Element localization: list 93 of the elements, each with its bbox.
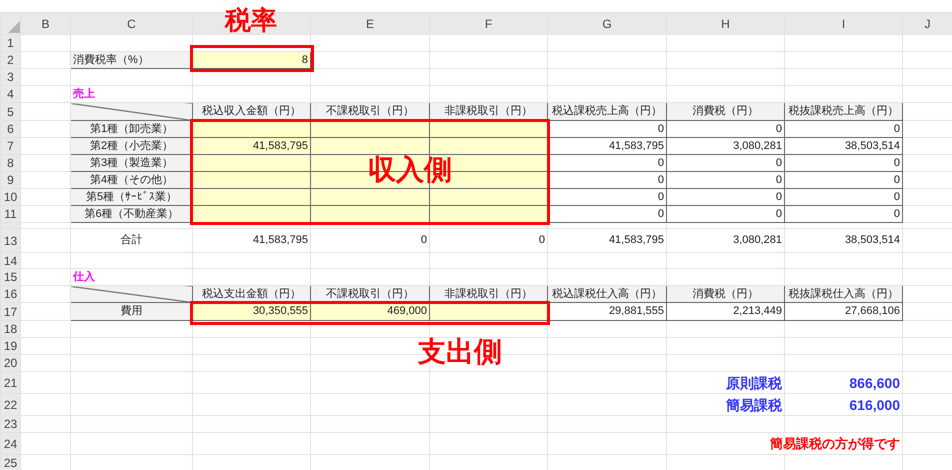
row-header[interactable]: 7 (0, 138, 20, 154)
row-label: 第6種（不動産業） (70, 206, 192, 222)
column-heading: 税込課税仕入高（円） (548, 286, 666, 302)
input-cell[interactable] (310, 138, 430, 154)
row-label: 第2種（小売業） (70, 138, 192, 154)
table-cell: 3,080,281 (666, 228, 784, 252)
table-cell: 41,583,795 (548, 138, 666, 154)
table-cell: 27,668,106 (784, 302, 902, 320)
table-cell: 0 (784, 188, 902, 206)
row-header[interactable]: 24 (0, 432, 20, 454)
row-header[interactable]: 8 (0, 154, 20, 172)
table-cell: 0 (548, 188, 666, 206)
row-label: 第3種（製造業） (70, 154, 192, 172)
table-cell: 38,503,514 (784, 228, 902, 252)
row-header[interactable]: 6 (0, 120, 20, 138)
table-cell: 0 (784, 206, 902, 222)
column-header[interactable]: F (430, 12, 548, 34)
row-header[interactable]: 22 (0, 394, 20, 416)
table-cell: 0 (548, 206, 666, 222)
total-label: 合計 (70, 228, 192, 252)
input-cell[interactable] (430, 138, 548, 154)
column-heading: 税抜課税売上高（円） (784, 102, 902, 120)
row-header[interactable]: 11 (0, 206, 20, 222)
row-header[interactable]: 21 (0, 372, 20, 394)
row-header[interactable]: 1 (0, 34, 20, 52)
row-label: 費用 (70, 302, 192, 320)
row-header[interactable]: 3 (0, 68, 20, 86)
table-cell: 0 (548, 172, 666, 188)
column-header[interactable]: I (784, 12, 902, 34)
row-header[interactable]: 15 (0, 268, 20, 286)
input-cell[interactable] (310, 206, 430, 222)
table-cell: 2,213,449 (666, 302, 784, 320)
row-header[interactable]: 5 (0, 102, 20, 120)
table-cell: 0 (784, 172, 902, 188)
table-cell: 0 (310, 228, 430, 252)
row-header[interactable]: 20 (0, 354, 20, 372)
input-cell[interactable] (192, 172, 310, 188)
row-header[interactable]: 17 (0, 302, 20, 320)
table-cell: 38,503,514 (784, 138, 902, 154)
table-cell: 0 (430, 228, 548, 252)
row-label: 消費税率（%） (70, 52, 192, 68)
annotation-label: 税率 (225, 7, 277, 33)
table-cell: 41,583,795 (192, 228, 310, 252)
table-cell: 0 (666, 188, 784, 206)
table-cell: 0 (666, 206, 784, 222)
result-value: 616,000 (784, 394, 902, 416)
row-header[interactable]: 14 (0, 252, 20, 268)
row-label: 第5種（ｻｰﾋﾞｽ業） (70, 188, 192, 206)
result-value: 866,600 (784, 372, 902, 394)
table-cell: 3,080,281 (666, 138, 784, 154)
row-header[interactable]: 19 (0, 338, 20, 354)
row-header[interactable]: 9 (0, 172, 20, 188)
table-cell: 0 (548, 120, 666, 138)
row-label: 第4種（その他） (70, 172, 192, 188)
row-header[interactable]: 18 (0, 320, 20, 338)
column-header[interactable]: B (20, 12, 70, 34)
input-cell[interactable] (192, 188, 310, 206)
row-header[interactable]: 25 (0, 454, 20, 470)
input-cell[interactable] (192, 206, 310, 222)
input-cell[interactable] (430, 188, 548, 206)
annotation-label: 支出側 (418, 338, 502, 366)
result-label: 簡易課税 (666, 394, 784, 416)
table-cell: 0 (784, 154, 902, 172)
column-heading: 消費税（円） (666, 102, 784, 120)
row-header[interactable]: 4 (0, 86, 20, 102)
input-cell[interactable] (430, 206, 548, 222)
table-cell: 0 (548, 154, 666, 172)
table-cell: 29,881,555 (548, 302, 666, 320)
result-label: 原則課税 (666, 372, 784, 394)
input-cell[interactable] (192, 154, 310, 172)
column-header[interactable]: H (666, 12, 784, 34)
row-header[interactable]: 23 (0, 416, 20, 432)
input-cell[interactable] (310, 188, 430, 206)
table-cell: 41,583,795 (548, 228, 666, 252)
column-header[interactable]: E (310, 12, 430, 34)
table-cell: 0 (666, 154, 784, 172)
column-header[interactable]: C (70, 12, 192, 34)
column-heading: 消費税（円） (666, 286, 784, 302)
table-cell: 0 (666, 120, 784, 138)
column-header[interactable]: J (902, 12, 952, 34)
column-heading: 税込課税売上高（円） (548, 102, 666, 120)
column-heading: 税抜課税仕入高（円） (784, 286, 902, 302)
row-header[interactable]: 16 (0, 286, 20, 302)
row-header[interactable]: 13 (0, 228, 20, 252)
row-label: 第1種（卸売業） (70, 120, 192, 138)
table-cell: 0 (666, 172, 784, 188)
input-cell[interactable]: 41,583,795 (192, 138, 310, 154)
row-header[interactable]: 2 (0, 52, 20, 68)
row-header[interactable]: 10 (0, 188, 20, 206)
column-header[interactable]: G (548, 12, 666, 34)
table-cell: 0 (784, 120, 902, 138)
input-cell[interactable]: 8 (192, 52, 310, 68)
conclusion-text: 簡易課税の方が得です (666, 432, 902, 454)
